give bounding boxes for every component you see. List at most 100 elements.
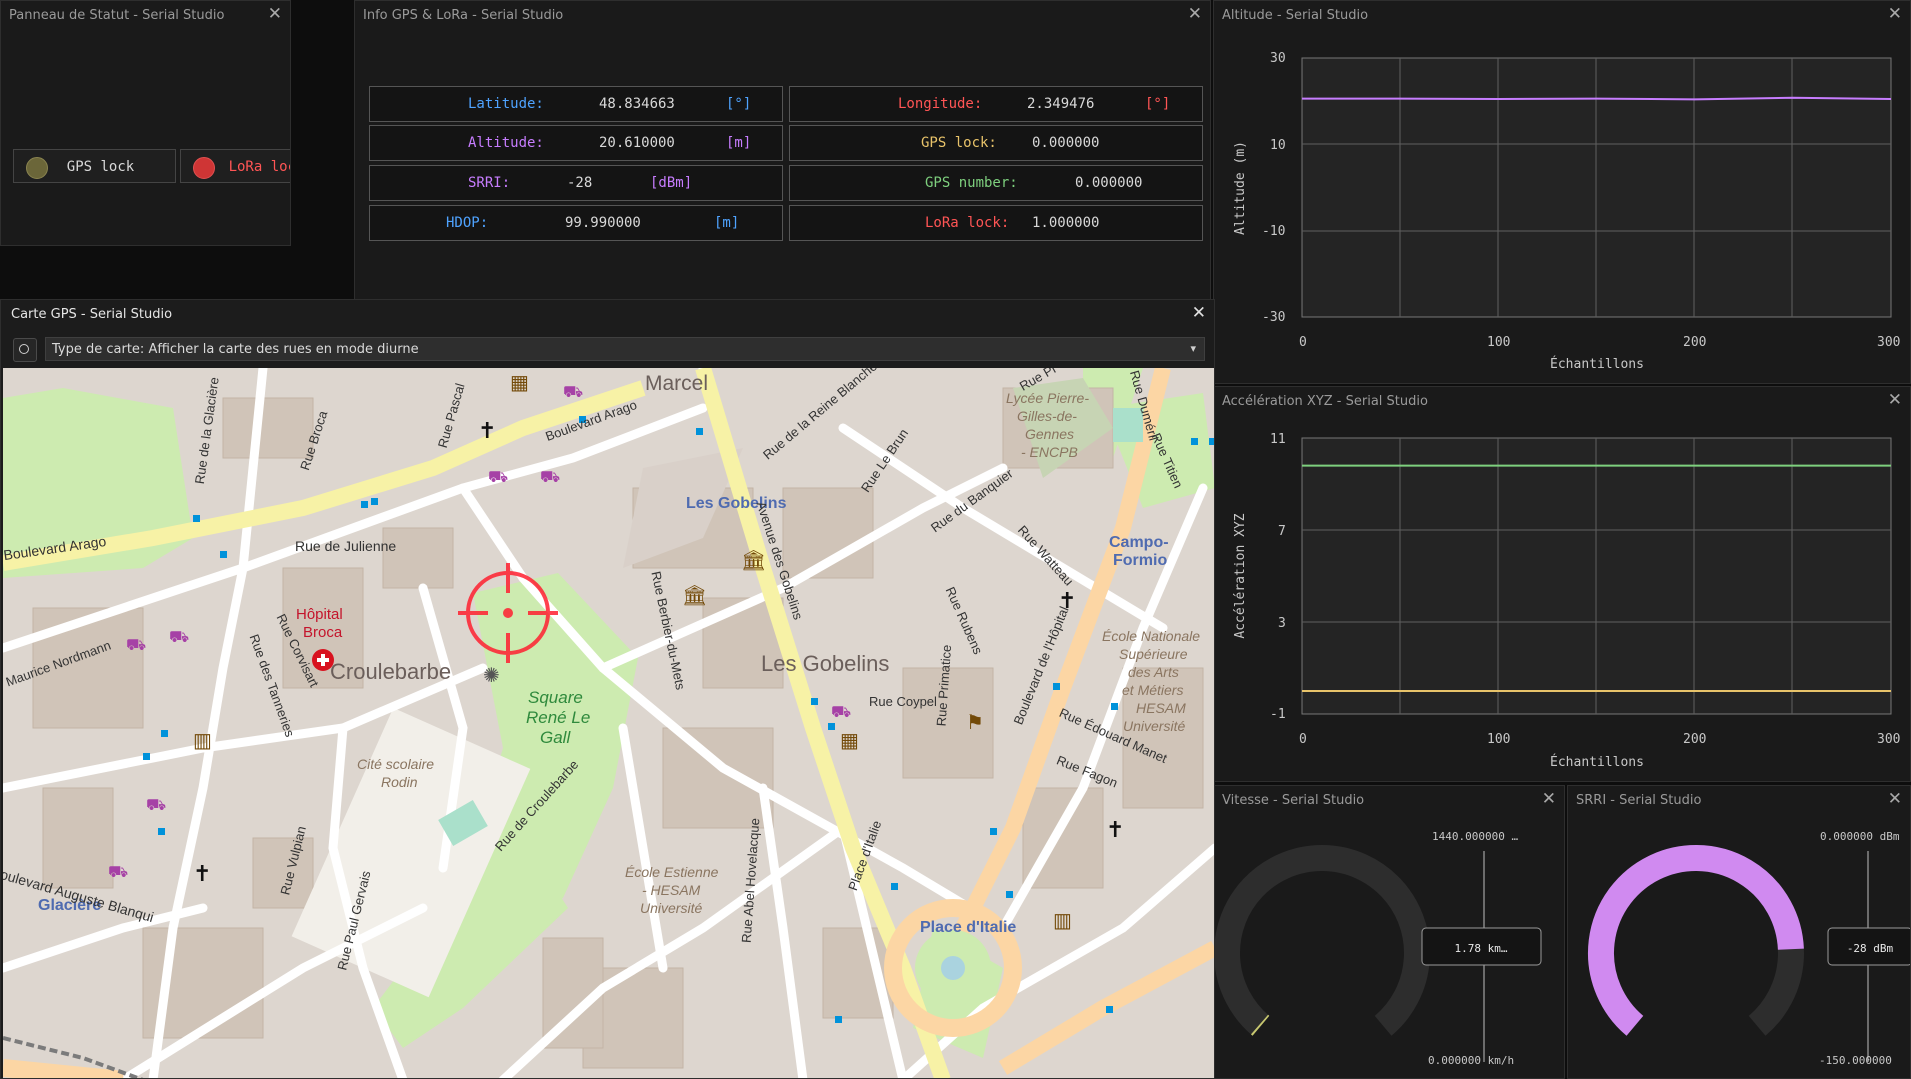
street-map[interactable]: Marcel Les Gobelins Les Gobelins Crouleb… [3,368,1214,1078]
lora-lock-field-label: LoRa lock: [925,215,1010,231]
vitesse-gauge: 1440.000000 … 1.78 km… 0.000000 km/h [1214,830,1542,1067]
map-label-ecole-nat-1: École Nationale [1102,628,1201,644]
srri-unit: [dBm] [650,175,693,191]
map-label-formio: Formio [1113,552,1168,569]
srri-label: SRRI: [468,175,511,191]
y-tick-label: -10 [1262,224,1285,239]
srri-gauge-fill [1588,845,1804,1036]
map-label-estienne-2: - HESAM [642,882,701,898]
gps-lock-field-value: 0.000000 [1032,135,1100,151]
x-tick-label: 100 [1487,732,1510,747]
cinema-icon: ▦ [840,730,859,752]
map-label-cite-2: Rodin [381,774,418,790]
vitesse-value-label: 1.78 km… [1455,942,1508,955]
y-tick-label: 30 [1270,51,1286,66]
y-tick-label: -30 [1262,310,1285,325]
gps-lock-field-label: GPS lock: [921,135,997,151]
map-label-les-gobelins-district: Les Gobelins [761,651,890,676]
vitesse-gauge-track [1214,845,1430,1036]
recenter-button[interactable] [13,338,37,362]
gps-number-label: GPS number: [925,175,1018,191]
map-label-estienne-3: Université [640,900,703,916]
shop-icon: ⛟ [831,704,852,721]
y-tick-label: 3 [1278,616,1286,631]
latitude-value: 48.834663 [599,96,675,112]
x-tick-label: 0 [1299,335,1307,350]
lora-lock-label: LoRa lock [228,159,290,175]
vitesse-window: Vitesse - Serial Studio ✕ 1440.000000 … … [1213,785,1565,1079]
vitesse-max-label: 1440.000000 … [1432,830,1518,843]
map-label-lycee-2: Gilles-de- [1017,408,1077,424]
srri-gauge: 0.000000 dBm -28 dBm -150.000000 [1588,830,1910,1067]
latitude-cell: Latitude: 48.834663 [°] [369,86,783,122]
x-tick-label: 200 [1683,732,1706,747]
cinema-icon: ▦ [510,372,529,394]
gps-map-window: Carte GPS - Serial Studio ✕ Type de cart… [0,299,1215,1079]
map-type-select[interactable]: Type de carte: Afficher la carte des rue… [45,337,1205,361]
map-label-ecole-nat-4: et Métiers [1122,682,1184,698]
y-axis-label: Altitude (m) [1233,141,1248,235]
accel-plot-window: Accélération XYZ - Serial Studio ✕ 11 7 … [1213,386,1911,782]
longitude-value: 2.349476 [1027,96,1095,112]
x-tick-label: 0 [1299,732,1307,747]
map-label-broca: Broca [303,624,343,641]
church-icon: ✝ [1058,588,1077,613]
close-icon[interactable]: ✕ [1192,303,1206,323]
y-axis-label: Accélération XYZ [1233,513,1248,638]
close-icon[interactable]: ✕ [268,4,282,24]
library-icon: ▥ [193,730,212,752]
y-tick-label: 7 [1278,524,1286,539]
x-tick-label: 200 [1683,335,1706,350]
map-label-rene-le: René Le [526,708,591,727]
srri-value-label: -28 dBm [1847,942,1894,955]
gps-info-title: Info GPS & LoRa - Serial Studio [363,8,564,23]
longitude-cell: Longitude: 2.349476 [°] [789,86,1203,122]
altitude-value: 20.610000 [599,135,675,151]
map-label-lycee-1: Lycée Pierre- [1006,390,1090,406]
map-label-cite-1: Cité scolaire [357,756,435,772]
y-tick-label: 10 [1270,138,1286,153]
shop-icon: ⛟ [108,864,129,881]
police-icon: ⚑ [966,712,984,734]
srri-value: -28 [567,175,593,191]
hdop-value: 99.990000 [565,215,641,231]
church-icon: ✝ [478,418,497,443]
altitude-unit: [m] [726,135,752,151]
gps-lock-label: GPS lock [66,159,135,175]
gps-number-value: 0.000000 [1075,175,1143,191]
chevron-down-icon: ▾ [1190,342,1196,355]
library-icon: ▥ [1053,910,1072,932]
x-tick-label: 300 [1877,732,1900,747]
map-label-croulebarbe: Croulebarbe [330,659,452,684]
map-label-ecole-nat-3: des Arts [1128,664,1179,680]
srri-max-label: 0.000000 dBm [1820,830,1900,843]
x-tick-label: 300 [1877,335,1900,350]
map-label-marcel: Marcel [645,372,709,395]
gps-lock-cell: GPS lock: 0.000000 [789,125,1203,161]
map-label-square: Square [528,688,583,707]
status-panel-title: Panneau de Statut - Serial Studio [9,8,225,23]
map-label-estienne-1: École Estienne [625,864,719,880]
gps-info-window: Info GPS & LoRa - Serial Studio ✕ Latitu… [354,0,1211,300]
map-label-campo: Campo- [1109,534,1169,551]
shop-icon: ⛟ [169,629,190,646]
gps-map-title: Carte GPS - Serial Studio [11,307,173,322]
srri-cell: SRRI: -28 [dBm] [369,165,783,201]
close-icon[interactable]: ✕ [1188,4,1202,24]
shop-icon: ⛟ [126,637,147,654]
shop-icon: ⛟ [563,384,584,401]
latitude-unit: [°] [726,96,752,112]
map-label-rue-julienne: Rue de Julienne [295,538,397,554]
sports-icon: ✺ [483,665,500,687]
map-label-ecole-nat-2: Supérieure [1119,646,1188,662]
status-panel-window: Panneau de Statut - Serial Studio ✕ GPS … [0,0,291,246]
gps-number-cell: GPS number: 0.000000 [789,165,1203,201]
vitesse-gauge-fill [1250,1014,1270,1036]
longitude-label: Longitude: [898,96,983,112]
map-label-hopital: Hôpital [296,606,343,623]
altitude-chart: 30 10 -10 -30 0 100 200 300 Échantillons… [1233,51,1900,372]
church-icon: ✝ [1106,817,1125,842]
shop-icon: ⛟ [540,469,561,486]
y-tick-label: -1 [1270,707,1286,722]
museum-icon: 🏛 [682,585,708,607]
